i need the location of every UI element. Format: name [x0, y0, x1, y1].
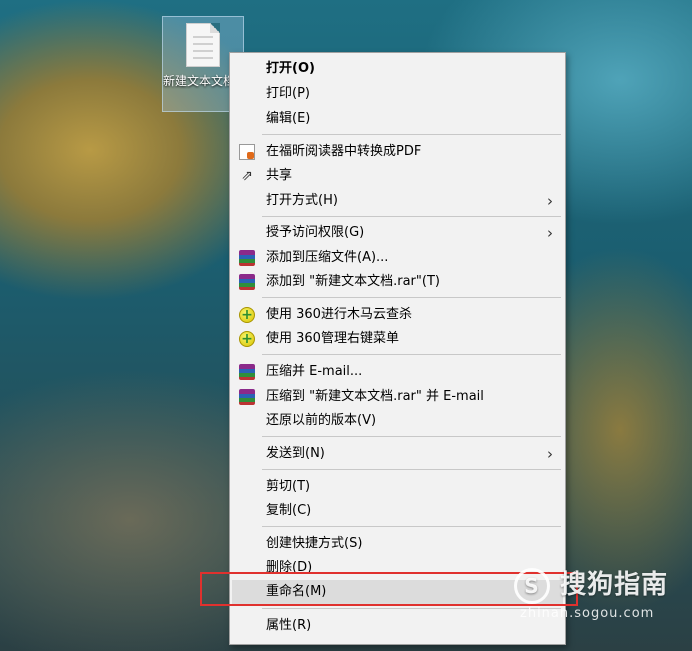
winrar-icon: [239, 250, 255, 266]
menu-item-compress-email[interactable]: 压缩并 E-mail...: [232, 360, 563, 384]
menu-item-copy[interactable]: 复制(C): [232, 499, 563, 523]
chevron-right-icon: ›: [547, 445, 553, 463]
menu-separator: [262, 608, 561, 609]
menu-item-label: 打开方式(H): [266, 193, 338, 208]
menu-separator: [262, 134, 561, 135]
watermark-text: 搜狗指南: [560, 570, 669, 600]
menu-item-label: 共享: [266, 168, 293, 183]
menu-item-label: 添加到 "新建文本文档.rar"(T): [266, 274, 440, 289]
menu-separator: [262, 436, 561, 437]
menu-item-label: 复制(C): [266, 503, 312, 518]
menu-item-convert-pdf[interactable]: 在福昕阅读器中转换成PDF: [232, 140, 563, 164]
menu-item-label: 打印(P): [266, 86, 310, 101]
menu-item-add-to-archive[interactable]: 添加到压缩文件(A)...: [232, 246, 563, 270]
menu-separator: [262, 469, 561, 470]
menu-item-label: 添加到压缩文件(A)...: [266, 250, 389, 265]
text-file-icon: [186, 23, 220, 67]
menu-item-print[interactable]: 打印(P): [232, 82, 563, 106]
menu-item-properties[interactable]: 属性(R): [232, 614, 563, 638]
chevron-right-icon: ›: [547, 192, 553, 210]
winrar-icon: [239, 274, 255, 290]
menu-item-label: 打开(O): [266, 61, 315, 76]
menu-item-label: 剪切(T): [266, 479, 311, 494]
menu-item-send-to[interactable]: 发送到(N) ›: [232, 442, 563, 466]
menu-item-open[interactable]: 打开(O): [232, 57, 563, 81]
menu-item-label: 发送到(N): [266, 446, 325, 461]
menu-item-label: 使用 360管理右键菜单: [266, 331, 399, 346]
winrar-icon: [239, 364, 255, 380]
menu-item-grant-access[interactable]: 授予访问权限(G) ›: [232, 221, 563, 245]
menu-item-label: 还原以前的版本(V): [266, 413, 377, 428]
menu-separator: [262, 216, 561, 217]
menu-item-create-shortcut[interactable]: 创建快捷方式(S): [232, 532, 563, 556]
menu-item-label: 属性(R): [266, 618, 312, 633]
menu-item-add-to-rar[interactable]: 添加到 "新建文本文档.rar"(T): [232, 270, 563, 294]
menu-item-label: 编辑(E): [266, 111, 311, 126]
360-security-icon: +: [239, 331, 255, 347]
360-security-icon: +: [239, 307, 255, 323]
menu-separator: [262, 297, 561, 298]
menu-item-restore-versions[interactable]: 还原以前的版本(V): [232, 409, 563, 433]
menu-item-label: 在福昕阅读器中转换成PDF: [266, 144, 422, 159]
menu-item-360-manage[interactable]: + 使用 360管理右键菜单: [232, 327, 563, 351]
menu-item-label: 创建快捷方式(S): [266, 536, 363, 551]
sogou-logo-icon: S: [514, 567, 550, 604]
winrar-icon: [239, 389, 255, 405]
menu-item-cut[interactable]: 剪切(T): [232, 475, 563, 499]
menu-item-edit[interactable]: 编辑(E): [232, 107, 563, 131]
context-menu: 打开(O) 打印(P) 编辑(E) 在福昕阅读器中转换成PDF ⇗ 共享 打开方…: [229, 52, 566, 645]
share-icon: ⇗: [241, 168, 253, 184]
menu-separator: [262, 354, 561, 355]
menu-item-compress-rar-email[interactable]: 压缩到 "新建文本文档.rar" 并 E-mail: [232, 385, 563, 409]
chevron-right-icon: ›: [547, 224, 553, 242]
menu-item-label: 授予访问权限(G): [266, 225, 365, 240]
menu-item-label: 压缩到 "新建文本文档.rar" 并 E-mail: [266, 389, 484, 404]
menu-item-360-scan[interactable]: + 使用 360进行木马云查杀: [232, 303, 563, 327]
menu-item-label: 使用 360进行木马云查杀: [266, 307, 412, 322]
menu-item-share[interactable]: ⇗ 共享: [232, 164, 563, 188]
foxit-pdf-icon: [239, 144, 255, 160]
watermark-url: zhinan.sogou.com: [520, 606, 655, 621]
menu-item-open-with[interactable]: 打开方式(H) ›: [232, 189, 563, 213]
menu-item-label: 压缩并 E-mail...: [266, 364, 363, 379]
sogou-watermark: S 搜狗指南: [514, 564, 668, 604]
menu-separator: [262, 526, 561, 527]
